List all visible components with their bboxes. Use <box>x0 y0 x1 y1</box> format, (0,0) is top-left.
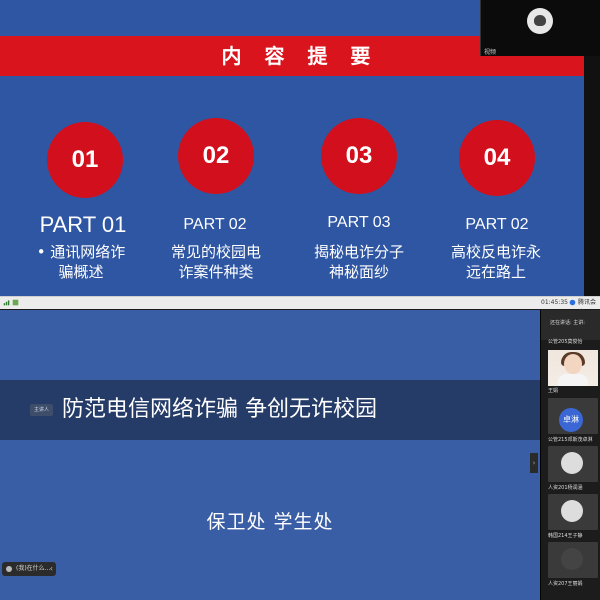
chevron-left-icon[interactable]: ‹ <box>50 562 53 576</box>
chat-icon <box>6 566 12 572</box>
participant-avatar <box>561 452 583 474</box>
participant-initials: 卓淋 <box>559 408 583 432</box>
presenter-name: 视频 <box>484 49 497 56</box>
participant-label: 公管205莫俊怡 <box>548 339 583 345</box>
part-03-desc: 揭秘电诈分子 神秘面纱 <box>313 243 404 281</box>
part-03-circle: 03 <box>321 118 397 194</box>
part-03-label: PART 03 <box>327 214 391 231</box>
participant-tile[interactable] <box>548 542 598 578</box>
participant-label: 公管215邓斯茂卓淋 <box>548 437 593 443</box>
part-01-label: PART 01 <box>39 212 127 237</box>
participant-avatar <box>561 500 583 522</box>
meeting-app-icon[interactable] <box>569 299 576 306</box>
part-04-label: PART 02 <box>465 216 529 233</box>
part-02-circle: 02 <box>178 118 254 194</box>
slide-subtitle: 保卫处 学生处 <box>206 511 334 533</box>
participant-tile[interactable] <box>548 494 598 530</box>
part-01-circle: 01 <box>47 122 123 198</box>
shared-slide-bottom: 主讲人 防范电信网络诈骗 争创无诈校园 保卫处 学生处 (我)在什么... ‹ <box>0 310 540 600</box>
panel-header: 还在讲话: 主讲: <box>541 310 600 340</box>
network-icon[interactable] <box>3 299 10 306</box>
part-02-desc: 常见的校园电 诈案件种类 <box>170 243 261 281</box>
panel-collapse-handle[interactable]: › <box>530 453 538 473</box>
participant-panel: 还在讲话: 主讲: 公管205莫俊怡 王娟 卓淋 公管215邓斯茂卓淋 人资20… <box>540 310 600 600</box>
participant-label: 韩国214王子静 <box>548 533 583 539</box>
presenter-video-tile[interactable]: 视频 <box>480 0 600 56</box>
panel-header-text: 还在讲话: 主讲: <box>550 320 585 326</box>
participant-avatar <box>561 548 583 570</box>
part-04-circle: 04 <box>459 120 535 196</box>
participant-label: 人资207王丽娟 <box>548 581 583 587</box>
speaker-chip: 主讲人 <box>30 404 54 416</box>
taskbar-time: 01:45:35 <box>541 299 568 306</box>
presenter-avatar <box>527 8 553 34</box>
top-right-strip <box>584 56 600 296</box>
participant-tile[interactable] <box>548 350 598 386</box>
participant-tile[interactable]: 卓淋 <box>548 398 598 434</box>
participant-tile[interactable] <box>548 446 598 482</box>
taskbar: 01:45:35 腾讯会议 <box>0 296 600 316</box>
chat-preview-text: (我)在什么... <box>16 565 51 572</box>
signal-icon[interactable] <box>12 299 19 306</box>
part-02-label: PART 02 <box>183 216 247 233</box>
participant-video <box>548 350 598 386</box>
slide-headline: 防范电信网络诈骗 争创无诈校园 <box>62 397 377 422</box>
part-04-desc: 高校反电诈永 远在路上 <box>450 243 541 281</box>
chat-preview-pill[interactable]: (我)在什么... ‹ <box>2 562 56 576</box>
participant-label: 人资201杨润涵 <box>548 485 583 491</box>
part-01-desc: • 通讯网络诈 骗概述 <box>36 243 126 281</box>
participant-label: 王娟 <box>548 388 559 394</box>
